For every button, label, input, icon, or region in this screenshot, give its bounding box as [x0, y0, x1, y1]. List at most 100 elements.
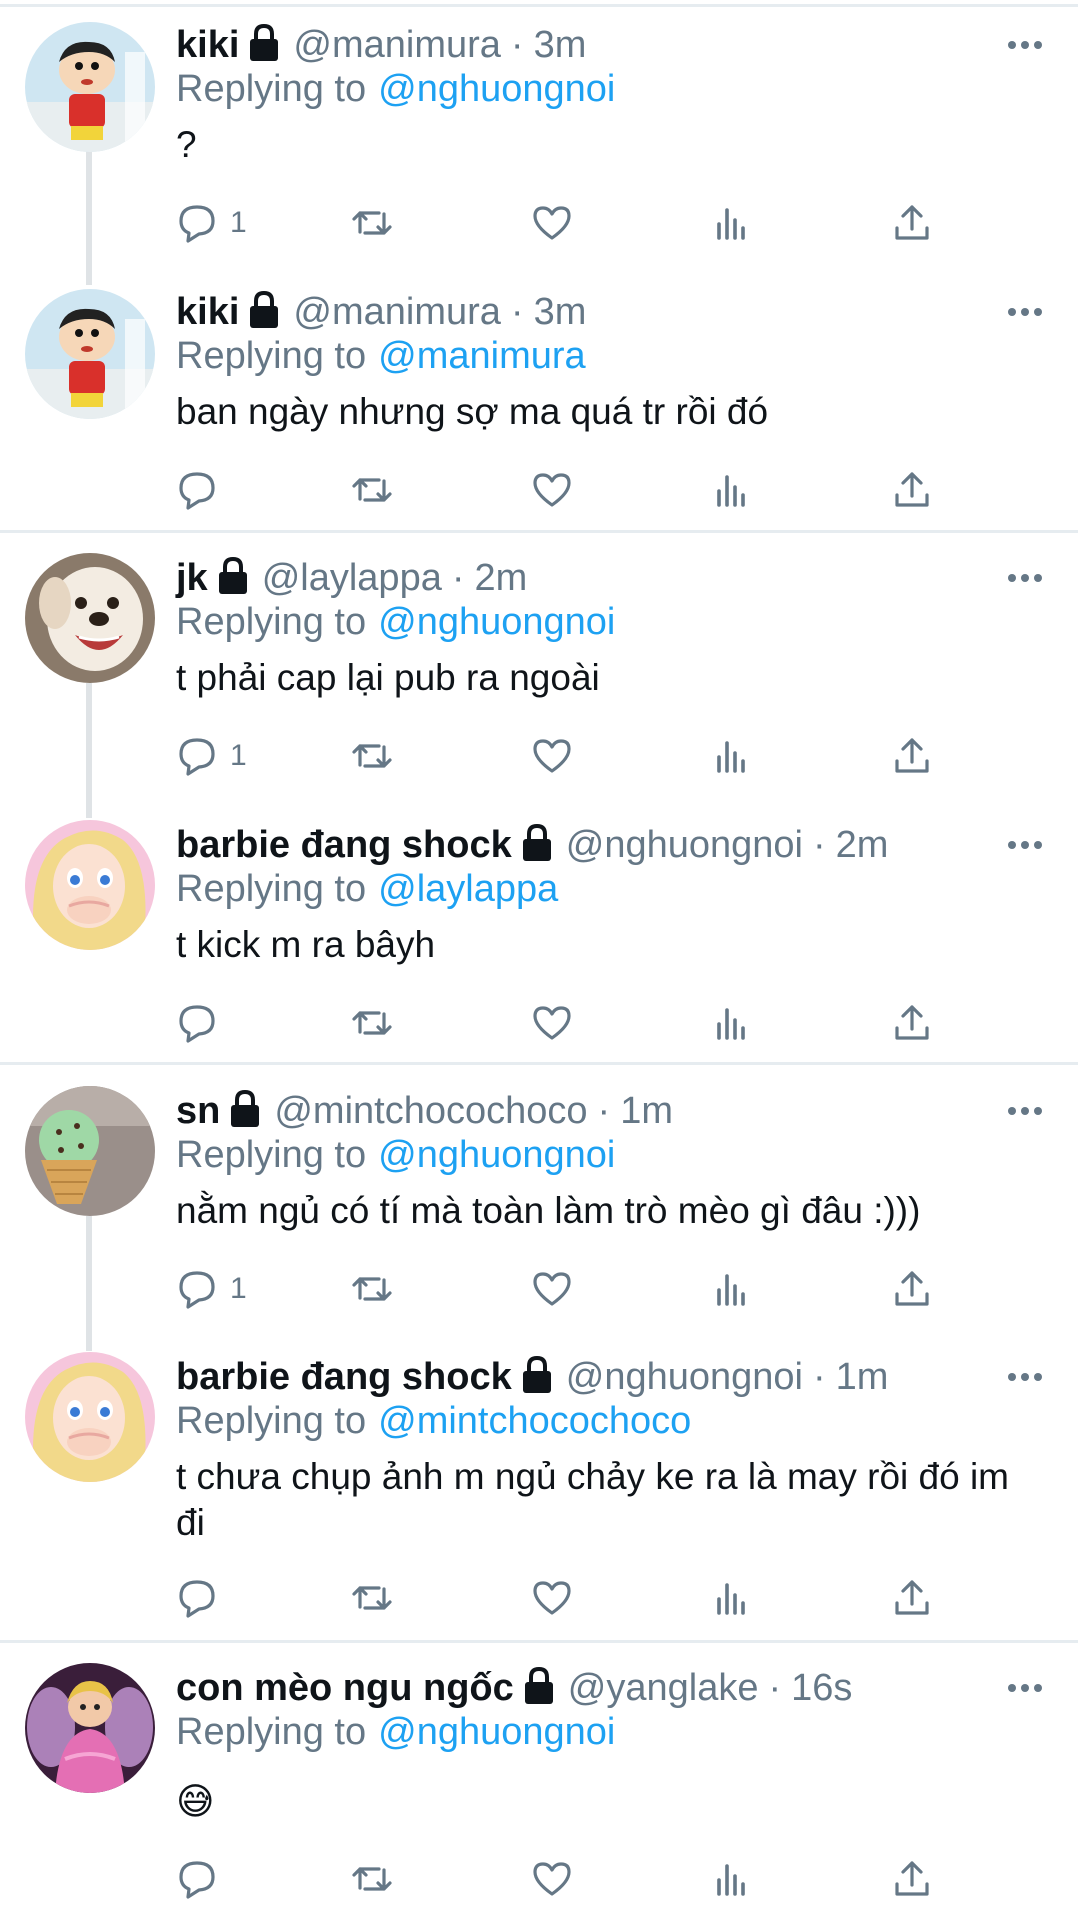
share-button[interactable] [891, 726, 933, 786]
user-handle[interactable]: @nghuongnoi [566, 824, 803, 867]
display-name[interactable]: jk [176, 557, 208, 600]
reply-button[interactable] [176, 1568, 230, 1628]
analytics-button[interactable] [711, 1849, 753, 1909]
share-button[interactable] [891, 1849, 933, 1909]
timestamp[interactable]: 3m [534, 24, 587, 67]
tweet[interactable]: jk @laylappa · 2m Replying to @nghuongno… [0, 553, 1078, 793]
tweet[interactable]: kiki @manimura · 3m Replying to @nghuong… [0, 20, 1078, 260]
tweet[interactable]: kiki @manimura · 3m Replying to @manimur… [0, 287, 1078, 527]
like-button[interactable] [531, 460, 573, 520]
display-name[interactable]: kiki [176, 24, 239, 67]
separator-dot: · [510, 290, 524, 333]
like-button[interactable] [531, 726, 573, 786]
analytics-button[interactable] [711, 1568, 753, 1628]
mention-link[interactable]: @nghuongnoi [378, 1711, 615, 1754]
retweet-icon [352, 211, 392, 235]
more-options-icon[interactable] [1000, 1663, 1050, 1713]
share-button[interactable] [891, 193, 933, 253]
share-icon [895, 472, 929, 507]
analytics-button[interactable] [711, 1259, 753, 1319]
display-name[interactable]: con mèo ngu ngốc [176, 1667, 514, 1710]
reply-button[interactable]: 1 [176, 1259, 247, 1319]
more-options-icon[interactable] [1000, 553, 1050, 603]
reply-button[interactable]: 1 [176, 193, 247, 253]
user-handle[interactable]: @yanglake [568, 1667, 759, 1710]
display-name[interactable]: kiki [176, 291, 239, 334]
display-name[interactable]: sn [176, 1090, 220, 1133]
display-name[interactable]: barbie đang shock [176, 824, 512, 867]
user-handle[interactable]: @manimura [293, 24, 501, 67]
separator-dot: · [768, 1666, 782, 1709]
ice-cream-avatar-icon [25, 1086, 155, 1216]
analytics-button[interactable] [711, 993, 753, 1053]
reply-button[interactable] [176, 460, 230, 520]
timestamp[interactable]: 1m [620, 1090, 673, 1133]
user-handle[interactable]: @laylappa [262, 557, 442, 600]
retweet-button[interactable] [351, 726, 393, 786]
tweet[interactable]: barbie đang shock @nghuongnoi · 2m Reply… [0, 820, 1078, 1060]
retweet-button[interactable] [351, 193, 393, 253]
avatar[interactable] [25, 1086, 155, 1216]
timestamp[interactable]: 2m [475, 557, 528, 600]
analytics-button[interactable] [711, 726, 753, 786]
share-button[interactable] [891, 1259, 933, 1319]
retweet-button[interactable] [351, 1849, 393, 1909]
replying-to-label: Replying to [176, 867, 367, 910]
more-options-icon[interactable] [1000, 820, 1050, 870]
share-button[interactable] [891, 460, 933, 520]
retweet-button[interactable] [351, 460, 393, 520]
analytics-button[interactable] [711, 460, 753, 520]
timestamp[interactable]: 16s [791, 1667, 852, 1710]
heart-icon [533, 1581, 571, 1615]
avatar[interactable] [25, 22, 155, 152]
share-icon [895, 1861, 929, 1896]
like-button[interactable] [531, 1259, 573, 1319]
reply-button[interactable]: 1 [176, 726, 247, 786]
mention-link[interactable]: @manimura [378, 335, 586, 378]
mention-link[interactable]: @nghuongnoi [378, 601, 615, 644]
timestamp[interactable]: 2m [836, 824, 889, 867]
mention-link[interactable]: @mintchocochoco [378, 1400, 691, 1443]
action-bar: 1 [176, 726, 976, 786]
more-options-icon[interactable] [1000, 1086, 1050, 1136]
more-options-icon[interactable] [1000, 20, 1050, 70]
mention-link[interactable]: @laylappa [378, 868, 558, 911]
avatar[interactable] [25, 1663, 155, 1793]
avatar[interactable] [25, 820, 155, 950]
like-button[interactable] [531, 193, 573, 253]
action-bar [176, 460, 976, 520]
action-bar [176, 1849, 976, 1909]
action-bar [176, 1568, 976, 1628]
retweet-button[interactable] [351, 1568, 393, 1628]
analytics-icon [717, 1583, 745, 1615]
user-handle[interactable]: @manimura [293, 291, 501, 334]
tweet[interactable]: sn @mintchocochoco · 1m Replying to @ngh… [0, 1086, 1078, 1326]
user-handle[interactable]: @mintchocochoco [274, 1090, 587, 1133]
reply-button[interactable] [176, 993, 230, 1053]
like-button[interactable] [531, 993, 573, 1053]
mention-link[interactable]: @nghuongnoi [378, 1134, 615, 1177]
timestamp[interactable]: 1m [836, 1356, 889, 1399]
avatar[interactable] [25, 289, 155, 419]
replying-to-label: Replying to [176, 1399, 367, 1442]
avatar[interactable] [25, 1352, 155, 1482]
avatar[interactable] [25, 553, 155, 683]
retweet-icon [352, 744, 392, 768]
timestamp[interactable]: 3m [534, 291, 587, 334]
mention-link[interactable]: @nghuongnoi [378, 68, 615, 111]
reply-button[interactable] [176, 1849, 230, 1909]
share-icon [895, 205, 929, 240]
share-button[interactable] [891, 1568, 933, 1628]
tweet[interactable]: con mèo ngu ngốc @yanglake · 16s Replyin… [0, 1663, 1078, 1920]
analytics-button[interactable] [711, 193, 753, 253]
like-button[interactable] [531, 1849, 573, 1909]
retweet-button[interactable] [351, 993, 393, 1053]
more-options-icon[interactable] [1000, 1352, 1050, 1402]
display-name[interactable]: barbie đang shock [176, 1356, 512, 1399]
retweet-button[interactable] [351, 1259, 393, 1319]
share-button[interactable] [891, 993, 933, 1053]
more-options-icon[interactable] [1000, 287, 1050, 337]
like-button[interactable] [531, 1568, 573, 1628]
user-handle[interactable]: @nghuongnoi [566, 1356, 803, 1399]
tweet[interactable]: barbie đang shock @nghuongnoi · 1m Reply… [0, 1352, 1078, 1637]
